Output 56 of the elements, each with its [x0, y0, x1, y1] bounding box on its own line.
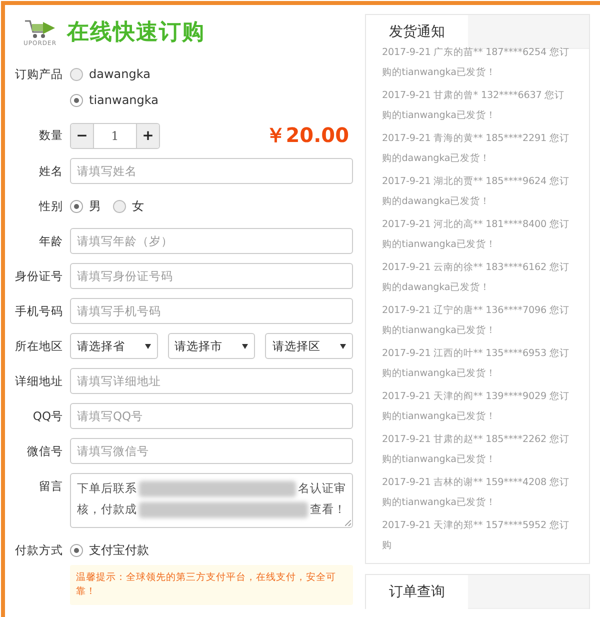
order-query-tab[interactable]: 订单查询	[366, 575, 468, 609]
radio-button[interactable]	[70, 200, 83, 212]
shipping-notice: 2017-9-21 天津的郑** 157****5952 您订购	[382, 519, 570, 553]
input-field[interactable]: 请填写身份证号码	[70, 263, 353, 289]
dropdown[interactable]: 请选择区	[265, 333, 354, 359]
shipping-notice: 2017-9-21 云南的徐** 183****6162 您订购的dawangka已发货！	[382, 261, 570, 295]
field-label: 微信号	[26, 443, 64, 460]
input-field[interactable]: 请填写QQ号	[70, 403, 353, 429]
message-field[interactable]: 下单后联系 名认证审 核，付款成 查看！	[70, 473, 353, 528]
field-label: 性别	[38, 198, 64, 215]
field-label: 身份证号	[14, 268, 64, 285]
radio-button[interactable]	[113, 200, 126, 212]
input-field[interactable]: 请填写详细地址	[70, 368, 353, 394]
radio-button[interactable]	[70, 68, 83, 80]
field-label: 手机号码	[14, 303, 64, 320]
shipping-notice: 2017-9-21 江西的叶** 135****6953 您订购的tianwangka已发货！	[382, 347, 570, 381]
field-label: 详细地址	[14, 373, 64, 390]
shipping-notice: 2017-9-21 辽宁的唐** 136****7096 您订购的tianwangka已发货！	[382, 304, 570, 338]
shipping-notice: 2017-9-21 河北的高** 181****8400 您订购的tianwangka已发货！	[382, 218, 570, 252]
option-label: dawangka	[89, 67, 150, 81]
field-label: 所在地区	[14, 338, 64, 355]
option-label: 女	[132, 198, 144, 214]
price: ￥20.00	[266, 122, 350, 149]
tip-message: 温馨提示：全球领先的第三方支付平台，在线支付，安全可靠！	[70, 565, 353, 605]
caret-icon	[144, 344, 151, 348]
cart-icon	[23, 18, 57, 40]
option-label: tianwangka	[89, 93, 158, 107]
logo-title: 在线快速订购	[67, 19, 205, 47]
radio-button[interactable]	[70, 544, 83, 556]
shipping-notice: 2017-9-21 天津的阎** 139****9029 您订购的tianwangka已发货！	[382, 390, 570, 424]
field-label: 留言	[38, 478, 64, 495]
field-label: 付款方式	[14, 542, 64, 559]
dropdown[interactable]: 请选择省	[70, 333, 158, 359]
dropdown[interactable]: 请选择市	[168, 333, 256, 359]
shipping-notice: 2017-9-21 广东的苗** 187****6254 您订购的tianwangka已发货！	[382, 46, 570, 80]
shipping-notice: 2017-9-21 青海的黄** 185****2291 您订购的dawangka已发货！	[382, 132, 570, 166]
caret-icon	[340, 344, 346, 348]
input-field[interactable]: 请填写姓名	[70, 158, 353, 184]
shipping-notice: 2017-9-21 甘肃的赵** 185****2262 您订购的tianwangka已发货！	[382, 433, 570, 467]
field-label: 年龄	[38, 233, 64, 250]
option-label: 男	[89, 198, 101, 214]
shipping-notice: 2017-9-21 甘肃的曾* 132****6637 您订购的tianwangka已发货！	[382, 89, 566, 123]
input-field[interactable]: 请填写微信号	[70, 438, 353, 464]
field-label: 订购产品	[14, 66, 64, 83]
option-label: 支付宝付款	[89, 542, 149, 558]
input-field[interactable]: 请填写手机号码	[70, 298, 353, 324]
radio-button[interactable]	[70, 94, 83, 106]
field-label: 数量	[38, 127, 64, 144]
shipping-notice: 2017-9-21 吉林的谢** 159****4208 您订购的tianwangka已发货！	[382, 476, 570, 510]
field-label: 姓名	[38, 163, 64, 180]
input-field[interactable]: 请填写年龄（岁）	[70, 228, 353, 254]
caret-icon	[242, 344, 248, 348]
minus-button[interactable]: −	[71, 124, 93, 148]
field-label: QQ号	[32, 408, 64, 425]
plus-button[interactable]: +	[137, 124, 159, 148]
shipping-notice: 2017-9-21 湖北的贾** 185****9624 您订购的dawangka已发货！	[382, 175, 570, 209]
